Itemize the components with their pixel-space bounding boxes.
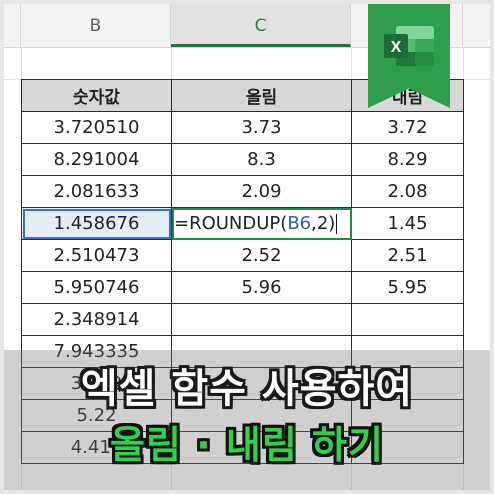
cell-rounddown[interactable]: 2.08 <box>351 175 464 208</box>
title-line-2: 올림 · 내림 하기 <box>110 423 384 467</box>
cell-rounddown[interactable]: 5.95 <box>351 271 464 304</box>
cell-rounddown[interactable]: 8.29 <box>351 143 464 176</box>
table-row: 2.081633 2.09 2.08 <box>21 175 464 208</box>
table-row: 2.348914 <box>21 303 464 336</box>
table-row: 5.950746 5.96 5.95 <box>21 271 464 304</box>
column-header-b[interactable]: B <box>21 0 171 47</box>
column-header-a[interactable] <box>0 0 21 47</box>
table-row-editing: 1.458676 =ROUNDUP(B6,2) 1.45 <box>21 207 464 240</box>
formula-edit-cell[interactable]: =ROUNDUP(B6,2) <box>171 207 352 240</box>
cell-value[interactable]: 3.720510 <box>21 111 172 144</box>
cell-roundup[interactable]: 2.52 <box>171 239 352 272</box>
formula-prefix: =ROUNDUP( <box>174 213 288 234</box>
excel-logo-icon: X <box>384 26 434 66</box>
cell-value[interactable]: 2.348914 <box>21 303 172 336</box>
text-cursor <box>336 214 338 234</box>
cell-roundup[interactable]: 2.09 <box>171 175 352 208</box>
title-line-1: 엑셀 함수 사용하여 <box>80 366 414 412</box>
cell-roundup[interactable]: 5.96 <box>171 271 352 304</box>
column-header-c[interactable]: C <box>171 0 351 47</box>
cell-rounddown[interactable]: 2.51 <box>351 239 464 272</box>
cell-value[interactable]: 2.510473 <box>21 239 172 272</box>
formula-cell-reference: B6 <box>287 213 312 234</box>
table-row: 3.720510 3.73 3.72 <box>21 111 464 144</box>
cell-rounddown[interactable]: 1.45 <box>351 207 464 240</box>
header-round-up[interactable]: 올림 <box>171 79 352 112</box>
cell-value[interactable]: 5.950746 <box>21 271 172 304</box>
formula-suffix: ,2) <box>311 213 336 234</box>
cell-roundup[interactable]: 3.73 <box>171 111 352 144</box>
cell-roundup[interactable]: 8.3 <box>171 143 352 176</box>
cell-value-referenced[interactable]: 1.458676 <box>21 207 172 240</box>
cell-value[interactable]: 8.291004 <box>21 143 172 176</box>
cell-rounddown[interactable]: 3.72 <box>351 111 464 144</box>
table-row: 8.291004 8.3 8.29 <box>21 143 464 176</box>
column-header-e[interactable] <box>463 0 494 47</box>
header-number-value[interactable]: 숫자값 <box>21 79 172 112</box>
cell-roundup[interactable] <box>171 303 352 336</box>
table-row: 2.510473 2.52 2.51 <box>21 239 464 272</box>
cell-rounddown[interactable] <box>351 303 464 336</box>
excel-logo-letter: X <box>391 39 402 56</box>
cell-value[interactable]: 2.081633 <box>21 175 172 208</box>
